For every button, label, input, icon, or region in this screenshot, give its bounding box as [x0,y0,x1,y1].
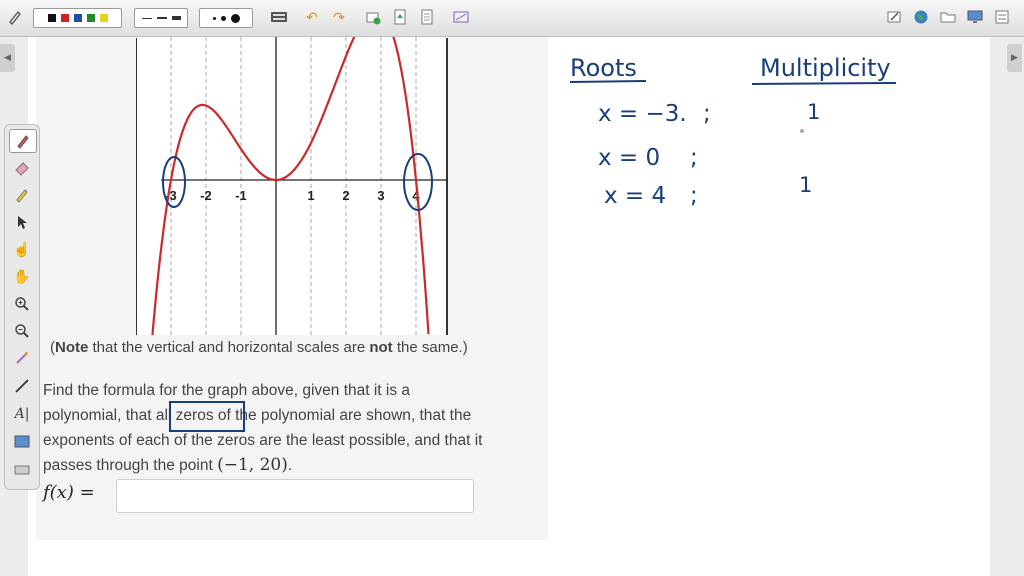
add-page-icon[interactable] [364,8,382,26]
line-style-medium[interactable] [156,17,167,19]
polynomial-graph: -3 -2 -1 1 2 3 4 [136,37,448,335]
keyboard-icon[interactable] [9,459,35,481]
line-style-thick[interactable] [171,16,181,20]
problem-line: exponents of each of the zeros are the l… [43,432,483,449]
insert-page-icon[interactable] [391,8,409,26]
function-label: f(x) = [43,482,95,503]
note-part-1: that the vertical and horizontal scales … [88,339,370,356]
pointer-hand-icon[interactable]: ☝ [9,238,35,260]
problem-line: Find the formula for the graph above, gi… [43,382,411,399]
x-tick-label: 2 [342,188,349,203]
problem-line: polynomial, that all zeros of the polyno… [43,407,472,424]
side-toolbar: ☝ ✋ A| [4,124,40,490]
point-size-large[interactable] [230,13,240,23]
top-toolbar: ↶ ↷ [0,0,1024,37]
keyboard-icon[interactable] [270,8,288,26]
desktop-icon[interactable] [966,8,984,26]
x-tick-label: -1 [235,188,247,203]
zoom-out-icon[interactable] [9,320,35,342]
color-swatch-green[interactable] [86,14,95,22]
zoom-in-icon[interactable] [9,293,35,315]
line-icon[interactable] [9,375,35,397]
undo-icon[interactable]: ↶ [303,8,321,26]
chevron-left-icon: ◀ [4,52,11,62]
edit-icon[interactable] [885,8,903,26]
color-swatch-black[interactable] [47,14,56,22]
left-panel-toggle[interactable]: ◀ [0,44,15,72]
point-coordinates: (−1, 20) [217,455,288,475]
scale-note: (Note that the vertical and horizontal s… [50,339,468,356]
line-style-selector [134,8,188,28]
period: . [287,457,293,474]
eraser-icon[interactable] [9,157,35,179]
point-size-small[interactable] [212,16,216,20]
pan-hand-icon[interactable]: ✋ [9,265,35,287]
color-swatch-yellow[interactable] [99,14,108,22]
screen-icon[interactable] [9,431,35,453]
globe-icon[interactable] [912,8,930,26]
folder-icon[interactable] [939,8,957,26]
x-tick-label: -2 [200,188,212,203]
redo-icon[interactable]: ↷ [330,8,348,26]
select-arrow-icon[interactable] [9,211,35,233]
point-size-medium[interactable] [220,15,226,21]
magic-pen-icon[interactable] [9,347,35,369]
color-swatch-red[interactable] [60,14,69,22]
answer-input[interactable] [116,479,474,513]
color-swatch-blue[interactable] [73,14,82,22]
point-size-selector [199,8,253,28]
pen-icon[interactable] [6,8,24,26]
settings-icon[interactable] [993,8,1011,26]
color-palette [33,8,122,28]
problem-statement: Find the formula for the graph above, gi… [43,378,543,478]
x-tick-label: 3 [377,188,384,203]
chevron-right-icon: ▶ [1011,52,1018,62]
line-style-thin[interactable] [141,17,152,19]
x-tick-label: 1 [307,188,314,203]
text-icon[interactable]: A| [9,403,35,425]
right-panel-toggle[interactable]: ▶ [1007,44,1022,72]
document-icon[interactable] [418,8,436,26]
pen-icon[interactable] [9,129,37,153]
screen-capture-icon[interactable] [452,8,470,26]
note-bold-1: Note [55,339,89,356]
note-bold-2: not [369,339,393,356]
graph-background [136,37,448,335]
highlighter-icon[interactable] [9,184,35,206]
problem-line: passes through the point (−1, 20). [43,453,543,478]
problem-line-text: passes through the point [43,457,218,474]
note-part-2: the same.) [392,339,468,356]
